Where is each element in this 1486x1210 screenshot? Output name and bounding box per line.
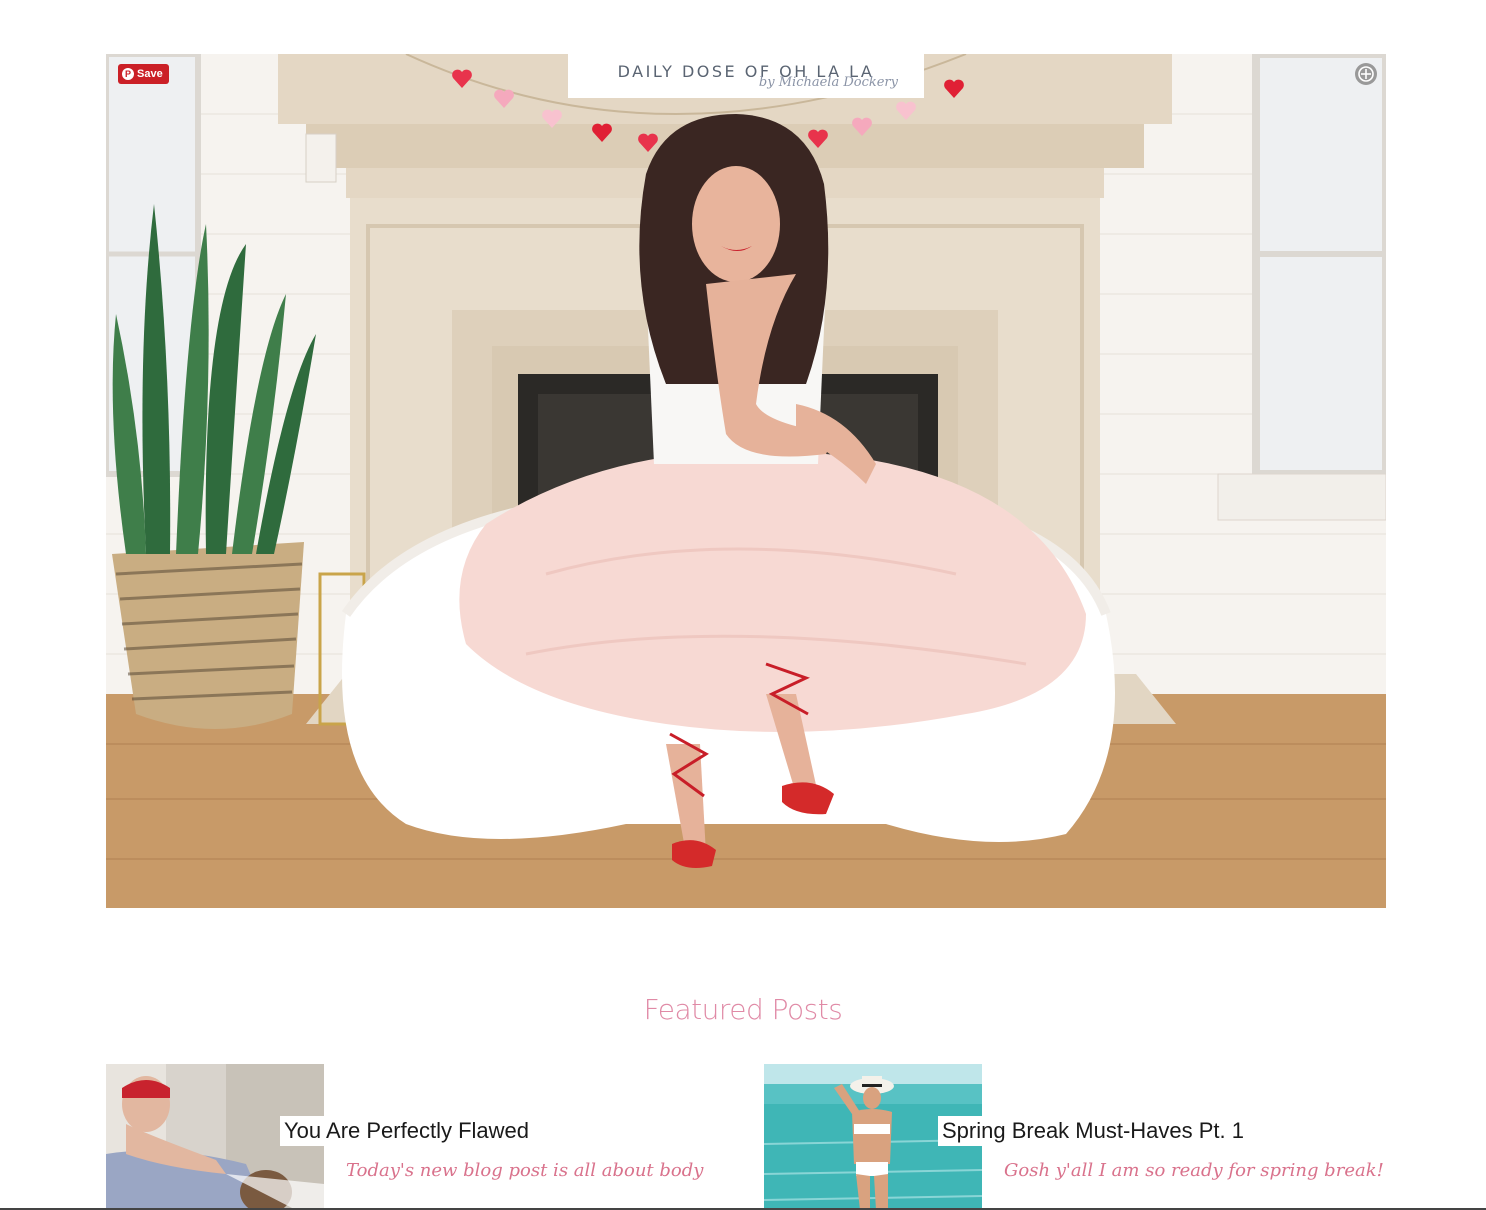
- logo-subtitle: by Michaela Dockery: [758, 75, 898, 90]
- hero-photo: [106, 54, 1386, 908]
- page: DAILY DOSE OF OH LA LA by Michaela Docke…: [0, 0, 1486, 1210]
- featured-post-card[interactable]: Spring Break Must-Haves Pt. 1 Gosh y'all…: [764, 1064, 1404, 1210]
- pinterest-save-button[interactable]: P Save: [118, 64, 169, 84]
- site-logo[interactable]: DAILY DOSE OF OH LA LA by Michaela Docke…: [568, 54, 924, 98]
- post-title[interactable]: Spring Break Must-Haves Pt. 1: [938, 1116, 1251, 1146]
- post-title[interactable]: You Are Perfectly Flawed: [280, 1116, 535, 1146]
- pinterest-save-label: Save: [137, 68, 163, 80]
- expand-icon[interactable]: [1354, 62, 1378, 86]
- pinterest-icon: P: [122, 68, 134, 80]
- featured-post-card[interactable]: You Are Perfectly Flawed Today's new blo…: [106, 1064, 746, 1210]
- featured-posts-heading: Featured Posts: [643, 993, 843, 1026]
- post-excerpt: Today's new blog post is all about body: [346, 1160, 704, 1181]
- hero-image[interactable]: DAILY DOSE OF OH LA LA by Michaela Docke…: [106, 54, 1386, 908]
- post-excerpt: Gosh y'all I am so ready for spring brea…: [1004, 1160, 1384, 1181]
